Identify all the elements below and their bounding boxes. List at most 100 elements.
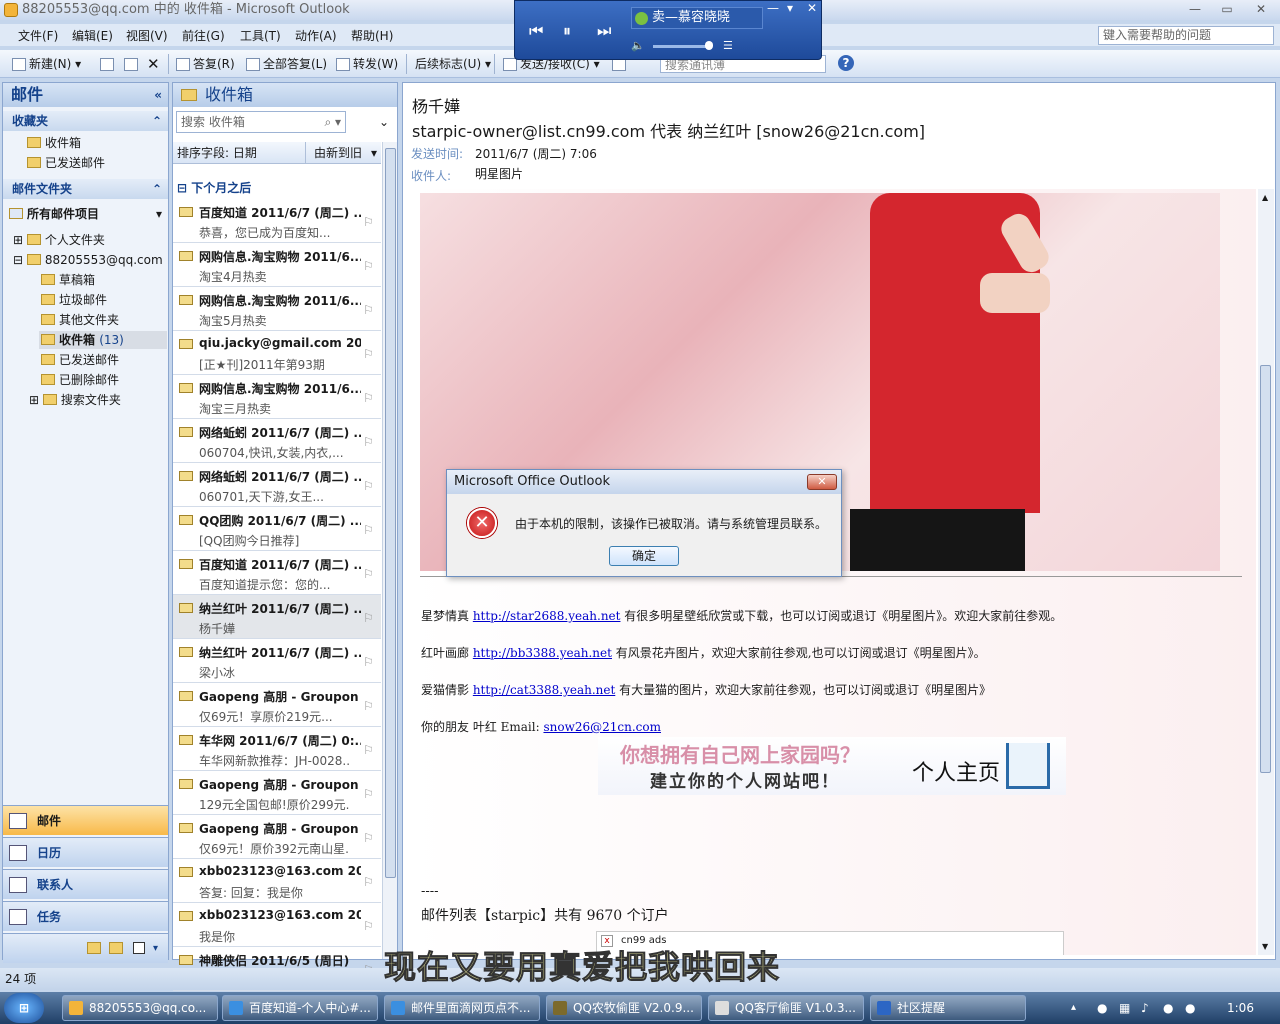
reading-scrollbar-thumb[interactable] xyxy=(1260,365,1271,773)
follow-up-flag-icon[interactable]: ⚐ xyxy=(363,215,374,229)
message-row[interactable]: 百度知道 2011/6/7 (周二) ... 百度知道提示您：您的... ⚐ xyxy=(173,551,381,595)
sort-bar[interactable]: 排序字段: 日期 由新到旧 ▾ xyxy=(173,142,381,164)
next-track-button[interactable]: ⏭ xyxy=(597,21,611,41)
message-sender[interactable]: starpic-owner@list.cn99.com 代表 纳兰红叶 [sno… xyxy=(412,118,925,142)
task-baidu[interactable]: 百度知道-个人中心#... xyxy=(222,995,378,1021)
menu-edit[interactable]: 编辑(E) xyxy=(72,27,113,44)
follow-up-flag-icon[interactable]: ⚐ xyxy=(363,259,374,273)
follow-up-flag-icon[interactable]: ⚐ xyxy=(363,347,374,361)
follow-up-flag-icon[interactable]: ⚐ xyxy=(363,523,374,537)
link-cat3388[interactable]: http://cat3388.yeah.net xyxy=(473,683,615,697)
menu-view[interactable]: 视图(V) xyxy=(126,27,168,44)
dialog-ok-button[interactable]: 确定 xyxy=(609,546,679,566)
message-row[interactable]: Gaopeng 高朋 - Groupon . 仅69元！享原价219元... ⚐ xyxy=(173,683,381,727)
followup-button[interactable]: 后续标志(U) ▾ xyxy=(415,55,491,73)
menu-help[interactable]: 帮助(H) xyxy=(351,27,393,44)
pause-button[interactable]: ⏸ xyxy=(563,21,571,41)
folder-sent[interactable]: 已发送邮件 xyxy=(41,351,119,369)
message-row[interactable]: 网络蚯蚓 2011/6/7 (周二) ... 060701,天下游,女王... ⚐ xyxy=(173,463,381,507)
all-mail-items-dropdown[interactable]: 所有邮件项目 ▾ xyxy=(9,205,164,223)
minimize-button[interactable]: — xyxy=(1180,0,1210,18)
volume-tray-icon[interactable]: ♪ xyxy=(1141,992,1149,1024)
personal-folders[interactable]: ⊞ 个人文件夹 xyxy=(13,231,105,249)
scrollbar-thumb[interactable] xyxy=(385,148,396,878)
reply-button[interactable]: 答复(R) xyxy=(176,55,235,73)
nav-button-tasks[interactable]: 任务 xyxy=(3,901,168,931)
folder-other[interactable]: 其他文件夹 xyxy=(41,311,119,329)
follow-up-flag-icon[interactable]: ⚐ xyxy=(363,303,374,317)
follow-up-flag-icon[interactable]: ⚐ xyxy=(363,919,374,933)
follow-up-flag-icon[interactable]: ⚐ xyxy=(363,875,374,889)
previous-track-button[interactable]: ⏮ xyxy=(529,21,543,41)
search-icon[interactable]: ⌕ ▾ xyxy=(324,112,341,132)
nav-button-contacts[interactable]: 联系人 xyxy=(3,869,168,899)
start-button[interactable]: ⊞ xyxy=(4,993,44,1023)
move-button[interactable] xyxy=(124,55,141,73)
help-question-input[interactable]: 键入需要帮助的问题 xyxy=(1098,26,1274,45)
task-community[interactable]: 社区提醒 xyxy=(870,995,1026,1021)
message-row[interactable]: QQ团购 2011/6/7 (周二) ... [QQ团购今日推荐] ⚐ xyxy=(173,507,381,551)
message-row[interactable]: 纳兰红叶 2011/6/7 (周二) ... 梁小冰 ⚐ xyxy=(173,639,381,683)
follow-up-flag-icon[interactable]: ⚐ xyxy=(363,743,374,757)
follow-up-flag-icon[interactable]: ⚐ xyxy=(363,567,374,581)
link-star2688[interactable]: http://star2688.yeah.net xyxy=(473,609,621,623)
favorite-inbox[interactable]: 收件箱 xyxy=(27,134,81,152)
message-row[interactable]: 网购信息.淘宝购物 2011/6... 淘宝4月热卖 ⚐ xyxy=(173,243,381,287)
reply-all-button[interactable]: 全部答复(L) xyxy=(246,55,327,73)
shortcuts-icon[interactable] xyxy=(133,942,145,954)
task-qq-farm[interactable]: QQ农牧偷匪 V2.0.9... xyxy=(546,995,702,1021)
close-button[interactable]: ✕ xyxy=(1246,0,1276,18)
folder-inbox[interactable]: 收件箱 (13) xyxy=(39,331,167,349)
volume-slider-knob[interactable] xyxy=(705,41,713,50)
folder-deleted[interactable]: 已删除邮件 xyxy=(41,371,119,389)
notes-icon[interactable] xyxy=(87,942,101,954)
nav-button-mail[interactable]: 邮件 xyxy=(3,805,168,835)
menu-go[interactable]: 前往(G) xyxy=(182,27,225,44)
message-row[interactable]: 网购信息.淘宝购物 2011/6... 淘宝三月热卖 ⚐ xyxy=(173,375,381,419)
qq-penguin-icon[interactable]: ● xyxy=(1097,992,1107,1024)
delete-button[interactable]: ✕ xyxy=(147,55,160,73)
qq-penguin-2-icon[interactable]: ● xyxy=(1163,992,1173,1024)
help-icon[interactable]: ? xyxy=(838,55,854,71)
player-minimize-button[interactable]: — xyxy=(767,1,779,15)
message-row[interactable]: 车华网 2011/6/7 (周二) 0:... 车华网新款推荐：JH-0028..… xyxy=(173,727,381,771)
account-folder[interactable]: ⊟ 88205553@qq.com xyxy=(13,251,163,269)
player-close-button[interactable]: ✕ xyxy=(807,1,817,15)
playlist-icon[interactable]: ☰ xyxy=(723,39,733,52)
tray-expand-icon[interactable]: ▴ xyxy=(1071,992,1076,1024)
follow-up-flag-icon[interactable]: ⚐ xyxy=(363,611,374,625)
follow-up-flag-icon[interactable]: ⚐ xyxy=(363,699,374,713)
clock[interactable]: 1:06 xyxy=(1227,992,1254,1024)
print-button[interactable] xyxy=(100,55,117,73)
follow-up-flag-icon[interactable]: ⚐ xyxy=(363,831,374,845)
collapse-nav-button[interactable]: « xyxy=(154,83,162,107)
configure-buttons-icon[interactable]: ▾ xyxy=(153,934,158,964)
message-row[interactable]: qiu.jacky@gmail.com 20... [正★刊]2011年第93期 ⚐ xyxy=(173,331,381,375)
message-list-scrollbar[interactable] xyxy=(382,142,397,959)
group-header[interactable]: ⊟ 下个月之后 xyxy=(177,179,251,196)
folder-drafts[interactable]: 草稿箱 xyxy=(41,271,95,289)
volume-slider[interactable] xyxy=(653,45,709,48)
reading-scrollbar[interactable]: ▲ ▼ xyxy=(1258,189,1274,955)
favorite-sent[interactable]: 已发送邮件 xyxy=(27,154,105,172)
follow-up-flag-icon[interactable]: ⚐ xyxy=(363,391,374,405)
new-button[interactable]: 新建(N) ▾ xyxy=(12,55,81,73)
homepage-banner[interactable]: 你想拥有自己网上家园吗？ 建立你的个人网站吧！ 个人主页 xyxy=(598,737,1066,795)
folder-search[interactable]: ⊞ 搜索文件夹 xyxy=(29,391,121,409)
player-menu-button[interactable]: ▾ xyxy=(787,1,793,15)
to-value[interactable]: 明星图片 xyxy=(475,165,523,182)
follow-up-flag-icon[interactable]: ⚐ xyxy=(363,787,374,801)
forward-button[interactable]: 转发(W) xyxy=(336,55,398,73)
message-row[interactable]: 网络蚯蚓 2011/6/7 (周二) ... 060704,快讯,女装,内衣,..… xyxy=(173,419,381,463)
menu-file[interactable]: 文件(F) xyxy=(18,27,58,44)
dialog-close-button[interactable]: ✕ xyxy=(807,474,837,490)
expand-query-icon[interactable]: ⌄ xyxy=(379,115,389,129)
message-row[interactable]: Gaopeng 高朋 - Groupon . 129元全国包邮!原价299元...… xyxy=(173,771,381,815)
task-mail-page[interactable]: 邮件里面滴网页点不... xyxy=(384,995,540,1021)
maximize-button[interactable]: ▭ xyxy=(1212,0,1242,18)
follow-up-flag-icon[interactable]: ⚐ xyxy=(363,435,374,449)
email-link[interactable]: snow26@21cn.com xyxy=(543,720,661,734)
message-row[interactable]: xbb023123@163.com 20... 答复: 回复：我是你 ⚐ xyxy=(173,859,381,903)
folder-junk[interactable]: 垃圾邮件 xyxy=(41,291,107,309)
message-row[interactable]: 百度知道 2011/6/7 (周二) ... 恭喜，您已成为百度知... ⚐ xyxy=(173,199,381,243)
